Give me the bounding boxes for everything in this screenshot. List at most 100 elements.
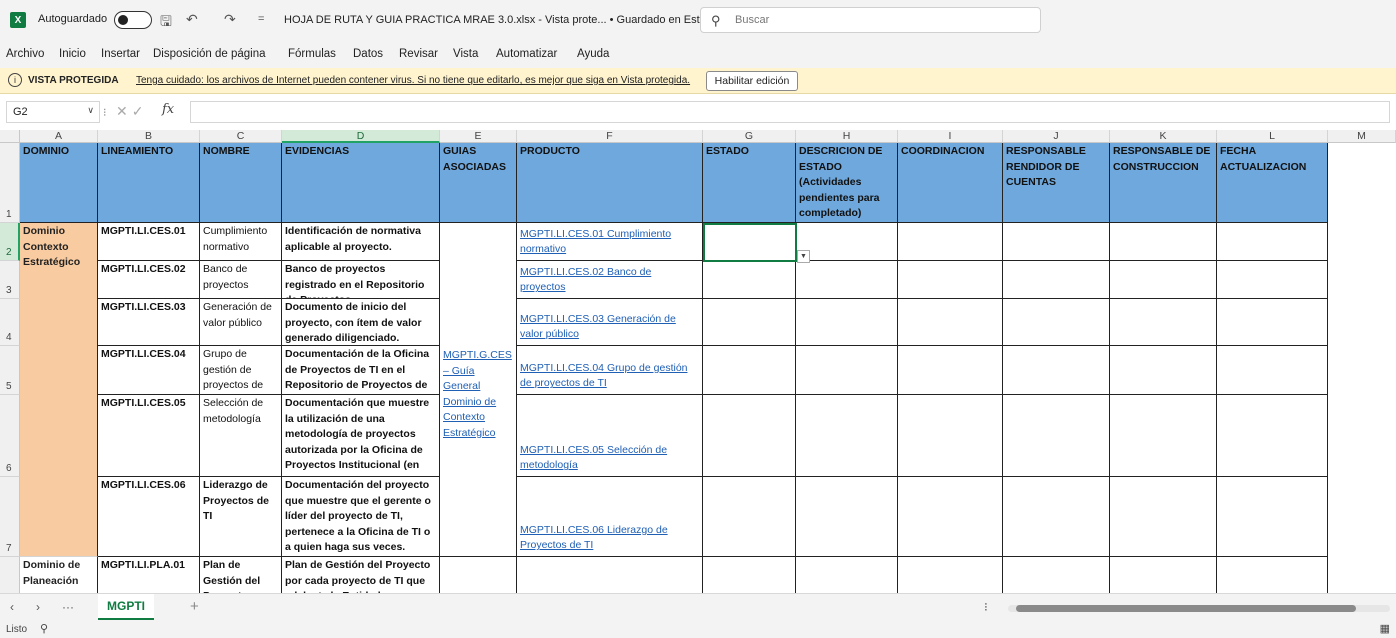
column-header-m[interactable]: M (1328, 130, 1396, 143)
menu-datos[interactable]: Datos (353, 48, 383, 60)
menu-ayuda[interactable]: Ayuda (577, 48, 609, 60)
add-sheet-button[interactable]: + (190, 598, 199, 615)
row-header-7[interactable]: 7 (0, 477, 20, 557)
lineamiento-cell[interactable]: MGPTI.LI.CES.05 (98, 395, 200, 477)
empty-cell[interactable] (1110, 299, 1217, 346)
evidencia-cell[interactable]: Documento de inicio del proyecto, con ít… (282, 299, 440, 346)
empty-cell[interactable] (796, 557, 898, 593)
formula-input[interactable] (190, 101, 1390, 123)
next-sheet-icon[interactable]: › (36, 600, 40, 614)
column-header-a[interactable]: A (20, 130, 98, 143)
nombre-cell[interactable]: Plan de Gestión del Proyecto (200, 557, 282, 593)
accessibility-icon[interactable]: ⚲ (40, 622, 48, 635)
header-construccion[interactable]: RESPONSABLE DE CONSTRUCCION (1110, 143, 1217, 223)
empty-cell[interactable] (1003, 477, 1110, 557)
customize-quick-access-icon[interactable]: = (258, 13, 264, 25)
header-descripcion[interactable]: DESCRICION DE ESTADO (Actividades pendie… (796, 143, 898, 223)
producto-cell[interactable] (517, 557, 703, 593)
save-icon[interactable]: 🖫 (160, 11, 172, 35)
evidencia-cell[interactable]: Banco de proyectos registrado en el Repo… (282, 261, 440, 299)
column-header-c[interactable]: C (200, 130, 282, 143)
menu-archivo[interactable]: Archivo (6, 48, 44, 60)
empty-cell[interactable] (703, 299, 796, 346)
row-header-4[interactable]: 4 (0, 299, 20, 346)
name-box[interactable]: G2 ∨ (6, 101, 100, 123)
chevron-down-icon[interactable]: ∨ (87, 105, 94, 116)
empty-cell[interactable] (796, 223, 898, 261)
producto-link[interactable]: MGPTI.LI.CES.03 Generación de valor públ… (520, 312, 699, 343)
lineamiento-cell[interactable]: MGPTI.LI.CES.02 (98, 261, 200, 299)
column-header-k[interactable]: K (1110, 130, 1217, 143)
empty-cell[interactable] (703, 477, 796, 557)
column-header-j[interactable]: J (1003, 130, 1110, 143)
producto-link[interactable]: MGPTI.LI.CES.05 Selección de metodología (520, 443, 699, 474)
header-lineamiento[interactable]: LINEAMIENTO (98, 143, 200, 223)
guia-cell-pla[interactable] (440, 557, 517, 593)
producto-link[interactable]: MGPTI.LI.CES.02 Banco de proyectos (520, 265, 699, 296)
producto-cell[interactable]: MGPTI.LI.CES.06 Liderazgo de Proyectos d… (517, 477, 703, 557)
tab-split-handle-icon[interactable]: ⁝ (984, 600, 988, 614)
header-evidencias[interactable]: EVIDENCIAS (282, 143, 440, 223)
empty-cell[interactable] (1217, 299, 1328, 346)
nombre-cell[interactable]: Selección de metodología (200, 395, 282, 477)
column-header-b[interactable]: B (98, 130, 200, 143)
domain-cell-pla[interactable]: Dominio de Planeación (20, 557, 98, 593)
empty-cell[interactable] (898, 223, 1003, 261)
row-header-5[interactable]: 5 (0, 346, 20, 395)
nombre-cell[interactable]: Liderazgo de Proyectos de TI (200, 477, 282, 557)
dropdown-arrow-icon[interactable]: ▼ (797, 250, 810, 263)
empty-cell[interactable] (796, 346, 898, 395)
header-rendidor[interactable]: RESPONSABLE RENDIDOR DE CUENTAS (1003, 143, 1110, 223)
producto-cell[interactable]: MGPTI.LI.CES.02 Banco de proyectos (517, 261, 703, 299)
empty-cell[interactable] (898, 261, 1003, 299)
empty-cell[interactable] (703, 261, 796, 299)
domain-cell-ces[interactable]: Dominio Contexto Estratégico (20, 223, 98, 557)
undo-icon[interactable]: ↶ (186, 11, 198, 28)
column-header-d[interactable]: D (282, 130, 440, 143)
column-header-i[interactable]: I (898, 130, 1003, 143)
empty-cell[interactable] (703, 395, 796, 477)
empty-cell[interactable] (1003, 346, 1110, 395)
menu-inicio[interactable]: Inicio (59, 48, 86, 60)
header-fecha[interactable]: FECHA ACTUALIZACION (1217, 143, 1328, 223)
search-input[interactable]: ⚲ Buscar (700, 7, 1041, 33)
row-header-3[interactable]: 3 (0, 261, 20, 299)
nombre-cell[interactable]: Grupo de gestión de proyectos de (200, 346, 282, 395)
nombre-cell[interactable]: Generación de valor público (200, 299, 282, 346)
evidencia-cell[interactable]: Documentación del proyecto que muestre q… (282, 477, 440, 557)
producto-link[interactable]: MGPTI.LI.CES.04 Grupo de gestión de proy… (520, 361, 699, 392)
producto-cell[interactable]: MGPTI.LI.CES.05 Selección de metodología (517, 395, 703, 477)
empty-cell[interactable] (1217, 557, 1328, 593)
autosave-toggle[interactable] (114, 11, 152, 29)
menu-insertar[interactable]: Insertar (101, 48, 140, 60)
producto-cell[interactable]: MGPTI.LI.CES.04 Grupo de gestión de proy… (517, 346, 703, 395)
lineamiento-cell[interactable]: MGPTI.LI.CES.03 (98, 299, 200, 346)
header-dominio[interactable]: DOMINIO (20, 143, 98, 223)
active-cell-g2[interactable] (703, 223, 797, 262)
empty-cell[interactable] (898, 346, 1003, 395)
empty-cell[interactable] (1110, 223, 1217, 261)
row-header-2[interactable]: 2 (0, 223, 20, 261)
more-sheets-icon[interactable]: ··· (62, 600, 74, 614)
horizontal-scrollbar[interactable] (1008, 605, 1390, 612)
menu-disposicion[interactable]: Disposición de página (153, 48, 266, 60)
lineamiento-cell[interactable]: MGPTI.LI.CES.01 (98, 223, 200, 261)
empty-cell[interactable] (1217, 223, 1328, 261)
producto-cell[interactable]: MGPTI.LI.CES.01 Cumplimiento normativo (517, 223, 703, 261)
enable-editing-button[interactable]: Habilitar edición (706, 71, 798, 91)
nombre-cell[interactable]: Cumplimiento normativo (200, 223, 282, 261)
prev-sheet-icon[interactable]: ‹ (10, 600, 14, 614)
evidencia-cell[interactable]: Plan de Gestión del Proyecto por cada pr… (282, 557, 440, 593)
header-producto[interactable]: PRODUCTO (517, 143, 703, 223)
nombre-cell[interactable]: Banco de proyectos (200, 261, 282, 299)
lineamiento-cell[interactable]: MGPTI.LI.CES.06 (98, 477, 200, 557)
document-title[interactable]: HOJA DE RUTA Y GUIA PRACTICA MRAE 3.0.xl… (284, 13, 735, 26)
guia-link-ces[interactable]: MGPTI.G.CES – Guía General Dominio de Co… (443, 349, 512, 439)
more-options-icon[interactable]: ⁝ (103, 106, 107, 119)
header-nombre[interactable]: NOMBRE (200, 143, 282, 223)
column-header-g[interactable]: G (703, 130, 796, 143)
producto-cell[interactable]: MGPTI.LI.CES.03 Generación de valor públ… (517, 299, 703, 346)
empty-cell[interactable] (1217, 395, 1328, 477)
empty-cell[interactable] (796, 477, 898, 557)
scrollbar-thumb[interactable] (1016, 605, 1356, 612)
